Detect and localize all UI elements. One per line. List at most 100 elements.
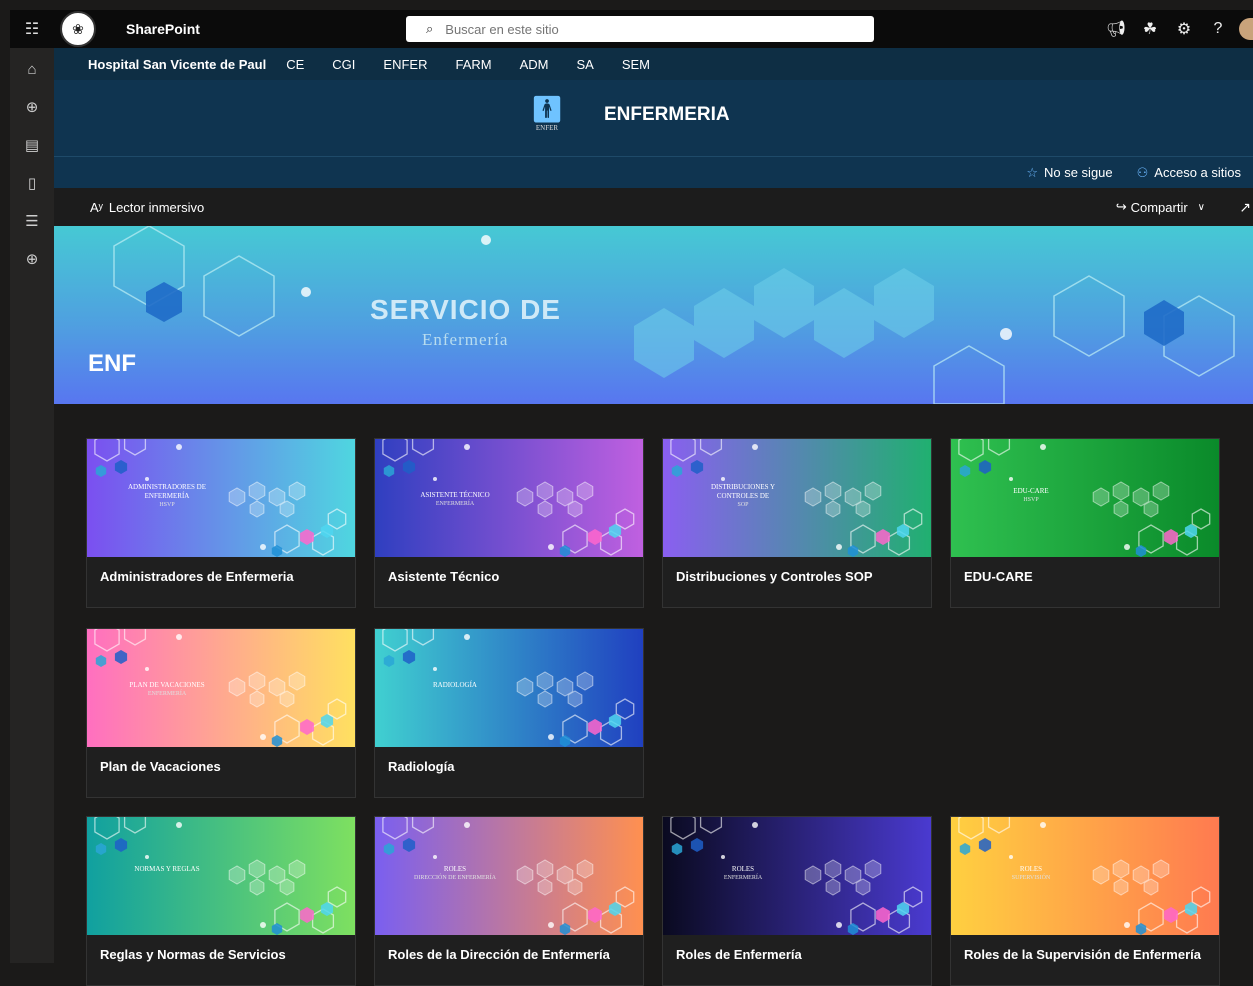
medical-icon-hexagon	[825, 878, 841, 896]
medical-icon-hexagon	[1113, 878, 1129, 896]
thumb-title: ROLES	[443, 865, 467, 873]
decor-dot	[260, 922, 266, 928]
immersive-reader-button[interactable]: Aʸ Lector inmersivo	[90, 200, 204, 215]
decor-dot	[1009, 477, 1013, 481]
hero-banner: SERVICIO DE Enfermería ENF	[54, 226, 1253, 404]
decor-dot	[464, 822, 470, 828]
thumb-title: EDU-CARE	[1013, 487, 1049, 495]
share-button[interactable]: ↪ Compartir ∨	[1116, 199, 1205, 215]
decor-dot	[836, 544, 842, 550]
nurse-icon: 🚹︎	[530, 94, 564, 124]
help-icon[interactable]: ?	[1201, 20, 1235, 38]
decor-dot	[1124, 544, 1130, 550]
card-distribuciones[interactable]: DISTRIBUCIONES Y CONTROLES DE SOP Distrib…	[662, 438, 932, 608]
settings-icon[interactable]: ⚙	[1167, 19, 1201, 39]
document-icon[interactable]: ▯	[10, 164, 54, 202]
card-label: EDU-CARE	[964, 569, 1033, 584]
thumb-title: ADMINISTRADORES DE ENFERMERÍA	[128, 483, 206, 500]
immersive-reader-label: Lector inmersivo	[108, 199, 205, 215]
hub-link-sem[interactable]: SEM	[622, 57, 650, 72]
card-edu-care[interactable]: EDU-CARE HSVP EDU-CARE	[950, 438, 1220, 608]
card-roles-enfermeria[interactable]: ROLES ENFERMERÍA Roles de Enfermería	[662, 816, 932, 986]
thumbnail-background	[87, 817, 355, 935]
card-reglas-normas[interactable]: NORMAS Y REGLAS Reglas y Normas de Servi…	[86, 816, 356, 986]
news-icon[interactable]: ▤	[10, 126, 54, 164]
hero-title: SERVICIO DE	[370, 294, 561, 325]
medical-icon-hexagon	[864, 481, 882, 501]
card-administradores[interactable]: ADMINISTRADORES DE ENFERMERÍA HSVP Admini…	[86, 438, 356, 608]
suite-bar: ☷ ❀ SharePoint ⌕ 📢︎ ☘ ⚙ ?	[10, 10, 1253, 48]
medical-icon-hexagon	[567, 500, 583, 518]
card-thumbnail: DISTRIBUCIONES Y CONTROLES DE SOP	[663, 439, 931, 557]
thumb-subtitle: SUPERVISIÓN	[1011, 875, 1051, 881]
hub-link-sa[interactable]: SA	[576, 57, 593, 72]
list-icon[interactable]: ☰	[10, 202, 54, 240]
decor-dot	[836, 922, 842, 928]
create-icon[interactable]: ⊕	[10, 240, 54, 278]
thumb-subtitle: DIRECCIÓN DE ENFERMERÍA	[414, 875, 496, 881]
thumb-subtitle: HSVP	[159, 502, 175, 508]
card-label: Administradores de Enfermeria	[100, 569, 294, 584]
medical-icon-hexagon	[1152, 859, 1170, 879]
search-input[interactable]	[445, 21, 846, 37]
medical-icon-hexagon	[279, 690, 295, 708]
medical-icon-hexagon	[824, 481, 842, 501]
thumb-title: NORMAS Y REGLAS	[134, 865, 200, 873]
sites-icon[interactable]: ☘	[1133, 19, 1167, 39]
card-roles-supervision[interactable]: ROLES SUPERVISIÓN Roles de la Supervisión…	[950, 816, 1220, 986]
thumb-title: ROLES	[1019, 865, 1043, 873]
hero-page-name: ENF	[88, 350, 136, 377]
app-name[interactable]: SharePoint	[126, 21, 200, 37]
expand-icon[interactable]: ↗	[1239, 199, 1251, 216]
site-access-button[interactable]: ⚇ Acceso a sitios	[1137, 165, 1241, 181]
decor-dot	[176, 634, 182, 640]
globe-icon[interactable]: ⊕	[10, 88, 54, 126]
follow-button[interactable]: ☆ No se sigue	[1026, 165, 1112, 181]
medical-icon-hexagon	[248, 671, 266, 691]
card-radiologia[interactable]: RADIOLOGÍA Radiología	[374, 628, 644, 798]
avatar[interactable]	[1239, 18, 1253, 40]
medical-icon-hexagon	[1112, 859, 1130, 879]
star-icon: ☆	[1026, 164, 1038, 180]
organization-logo[interactable]: ❀	[60, 11, 96, 47]
card-plan-vacaciones[interactable]: PLAN DE VACACIONES ENFERMERÍA Plan de Vac…	[86, 628, 356, 798]
thumb-title: PLAN DE VACACIONES	[129, 681, 205, 689]
hub-link-enfer[interactable]: ENFER	[383, 57, 427, 72]
search-box[interactable]: ⌕	[406, 16, 874, 42]
hub-link-cgi[interactable]: CGI	[332, 57, 355, 72]
medical-icon-hexagon	[825, 500, 841, 518]
medical-icon-hexagon	[1143, 500, 1159, 518]
medical-icon-hexagon	[288, 671, 306, 691]
decor-dot	[1040, 444, 1046, 450]
card-roles-direccion[interactable]: ROLES DIRECCIÓN DE ENFERMERÍA Roles de la…	[374, 816, 644, 986]
site-logo[interactable]: 🚹︎ ENFER	[530, 94, 564, 140]
decor-dot	[145, 667, 149, 671]
medical-icon-hexagon	[516, 865, 534, 885]
hub-link-farm[interactable]: FARM	[455, 57, 491, 72]
card-asistente-tecnico[interactable]: ASISTENTE TÉCNICO Enfermería Asistente Té…	[374, 438, 644, 608]
medical-icon-hexagon	[1113, 500, 1129, 518]
medical-icon-hexagon	[567, 690, 583, 708]
decor-dot	[433, 477, 437, 481]
thumb-title: ASISTENTE TÉCNICO	[420, 491, 490, 499]
hub-link-adm[interactable]: ADM	[520, 57, 549, 72]
hub-link-ce[interactable]: CE	[286, 57, 304, 72]
thumb-subtitle: HSVP	[1023, 497, 1039, 503]
decor-dot	[433, 667, 437, 671]
medical-icon-hexagon	[249, 878, 265, 896]
hub-title[interactable]: Hospital San Vicente de Paul	[88, 57, 266, 72]
app-launcher-icon[interactable]: ☷	[10, 10, 54, 48]
megaphone-icon[interactable]: 📢︎	[1099, 19, 1133, 39]
medical-icon-hexagon	[576, 481, 594, 501]
site-title[interactable]: ENFERMERIA	[604, 104, 730, 126]
thumb-title: DISTRIBUCIONES Y CONTROLES DE	[710, 483, 776, 500]
medical-icon-hexagon	[804, 865, 822, 885]
site-header: 🚹︎ ENFER ENFERMERIA	[54, 80, 1253, 156]
medical-icon-hexagon	[855, 878, 871, 896]
medical-icon-hexagon	[855, 500, 871, 518]
home-icon[interactable]: ⌂	[10, 50, 54, 88]
share-label: Compartir	[1130, 199, 1188, 215]
card-label: Radiología	[388, 759, 455, 774]
medical-icon-hexagon	[1092, 865, 1110, 885]
card-label: Roles de Enfermería	[676, 947, 802, 962]
